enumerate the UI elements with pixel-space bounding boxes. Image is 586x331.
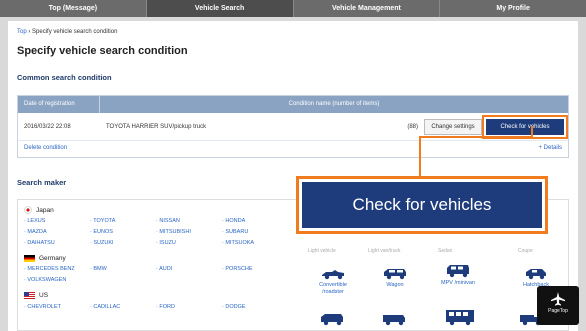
- body-type-convertible[interactable]: Convertible /roadster: [313, 266, 353, 296]
- maker-link[interactable]: · MERCEDES BENZ: [24, 266, 75, 272]
- callout-connector: [419, 136, 421, 180]
- maker-link[interactable]: · SUZUKI: [90, 240, 114, 246]
- us-flag-icon: [24, 292, 35, 299]
- maker-link[interactable]: · LEXUS: [24, 218, 45, 224]
- van-icon[interactable]: [381, 312, 407, 326]
- delete-condition-link[interactable]: Delete condition: [24, 145, 67, 153]
- maker-link[interactable]: · DAIHATSU: [24, 240, 55, 246]
- airplane-icon: [551, 292, 565, 306]
- maker-link[interactable]: · CHEVROLET: [24, 304, 61, 310]
- top-nav: Top (Message) Vehicle Search Vehicle Man…: [0, 0, 586, 17]
- common-search-table: Date of registration Condition name (num…: [17, 95, 569, 158]
- minivan-icon: [447, 265, 469, 278]
- country-label: US: [39, 292, 49, 299]
- search-maker-heading: Search maker: [17, 178, 67, 187]
- hatchback-icon: [526, 269, 546, 280]
- col-date-header: Date of registration: [18, 96, 100, 113]
- germany-flag-icon: [24, 255, 35, 262]
- callout-connector: [419, 136, 533, 138]
- common-search-heading: Common search condition: [17, 73, 112, 82]
- row-count: (88): [407, 123, 418, 130]
- tab-top-message[interactable]: Top (Message): [0, 0, 147, 17]
- body-type-light-van[interactable]: Light van/truck: [368, 248, 401, 254]
- breadcrumb-top-link[interactable]: Top: [17, 29, 27, 35]
- bus-icon[interactable]: [444, 308, 476, 326]
- maker-link[interactable]: · VOLKSWAGEN: [24, 277, 66, 283]
- maker-link[interactable]: · MITSUBISHI: [156, 229, 191, 235]
- country-germany: Germany: [24, 255, 66, 262]
- japan-flag-icon: [24, 206, 32, 214]
- maker-link[interactable]: · SUBARU: [222, 229, 248, 235]
- country-label: Japan: [36, 206, 54, 214]
- tab-vehicle-management[interactable]: Vehicle Management: [293, 0, 441, 17]
- maker-link[interactable]: · DODGE: [222, 304, 246, 310]
- body-type-light-vehicle[interactable]: Light vehicle: [308, 248, 336, 254]
- body-type-sedan[interactable]: Sedan: [438, 248, 452, 254]
- country-label: Germany: [39, 255, 66, 262]
- change-settings-button[interactable]: Change settings: [424, 118, 482, 135]
- breadcrumb-current: Specify vehicle search condition: [32, 29, 118, 35]
- maker-link[interactable]: · PORSCHE: [222, 266, 253, 272]
- callout-check-for-vehicles-button[interactable]: Check for vehicles: [302, 182, 542, 228]
- suv-icon[interactable]: [319, 312, 345, 326]
- breadcrumb-separator: ›: [28, 29, 31, 35]
- convertible-icon: [322, 270, 344, 280]
- maker-link[interactable]: · AUDI: [156, 266, 172, 272]
- country-japan: Japan: [24, 206, 54, 214]
- maker-link[interactable]: · ISUZU: [156, 240, 176, 246]
- callout-zoom: Check for vehicles: [296, 176, 548, 234]
- maker-link[interactable]: · MITSUOKA: [222, 240, 254, 246]
- maker-link[interactable]: · TOYOTA: [90, 218, 115, 224]
- maker-link[interactable]: · MAZDA: [24, 229, 47, 235]
- row-condition-name: TOYOTA HARRIER SUV/pickup truck: [106, 123, 207, 130]
- body-type-mpv[interactable]: MPV /minivan: [438, 264, 478, 287]
- page-title: Specify vehicle search condition: [17, 45, 188, 57]
- callout-connector: [531, 126, 533, 138]
- tab-my-profile[interactable]: My Profile: [440, 0, 586, 17]
- page-top-label: PageTop: [548, 308, 568, 314]
- col-name-header: Condition name (number of items): [288, 101, 380, 107]
- maker-link[interactable]: · NISSAN: [156, 218, 180, 224]
- details-link[interactable]: + Details: [538, 145, 562, 153]
- wagon-icon: [384, 269, 406, 280]
- breadcrumb: Top › Specify vehicle search condition: [17, 29, 117, 35]
- maker-link[interactable]: · CADILLAC: [90, 304, 120, 310]
- maker-link[interactable]: · HONDA: [222, 218, 245, 224]
- tab-vehicle-search[interactable]: Vehicle Search: [146, 0, 294, 17]
- check-for-vehicles-button[interactable]: Check for vehicles: [482, 114, 568, 139]
- maker-link[interactable]: · EUNOS: [90, 229, 113, 235]
- row-date: 2016/03/22 22:08: [24, 123, 71, 130]
- maker-link[interactable]: · FORD: [156, 304, 175, 310]
- table-footer: Delete condition + Details: [18, 141, 568, 157]
- table-header: Date of registration Condition name (num…: [18, 96, 568, 113]
- body-type-coupe[interactable]: Coupe: [518, 248, 533, 254]
- maker-link[interactable]: · BMW: [90, 266, 107, 272]
- body-type-wagon[interactable]: Wagon: [375, 266, 415, 289]
- country-us: US: [24, 292, 48, 299]
- page-top-button[interactable]: PageTop: [537, 286, 579, 325]
